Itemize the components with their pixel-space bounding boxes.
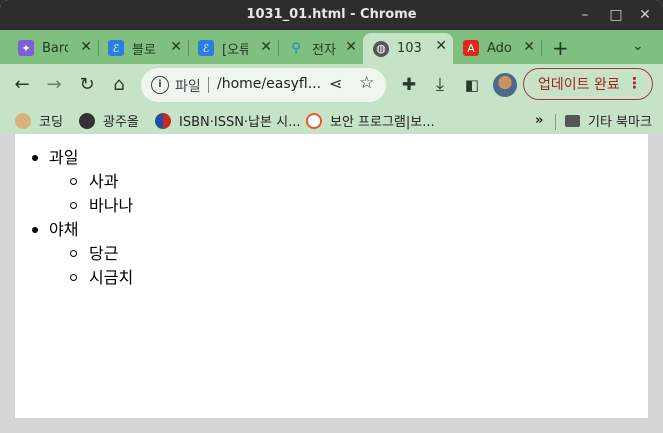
korea-emblem-icon	[155, 112, 171, 129]
list-item: 당근	[15, 242, 133, 266]
blog-icon: ℰ	[198, 40, 214, 56]
url-text[interactable]: /home/easyfl...	[217, 76, 321, 92]
globe-icon: ◍	[373, 40, 389, 57]
folder-icon	[565, 114, 580, 127]
update-button[interactable]: 업데이트 완료 ⋮	[523, 68, 653, 100]
bookmark-label: ISBN·ISSN·납본 시...	[179, 115, 301, 130]
reload-button[interactable]: ↻	[75, 73, 99, 97]
address-bar[interactable]: i 파일 /home/easyfl... ⋖ ☆	[141, 68, 386, 102]
bookmark-security[interactable]: 보안 프로그램|보...	[306, 111, 435, 130]
title-bar: 1031_01.html - Chrome – □ ✕	[0, 0, 663, 30]
list-item: 바나나	[15, 194, 133, 218]
more-menu-icon[interactable]: ⋮	[627, 74, 642, 92]
update-label: 업데이트 완료	[538, 77, 620, 93]
tab-search-chevron-down-icon[interactable]: ⌄	[632, 38, 644, 54]
close-tab-icon[interactable]: ✕	[523, 39, 535, 55]
list-item: 사과	[15, 170, 133, 194]
bard-icon: ✦	[18, 40, 34, 56]
tab-adobe[interactable]: A Adob ✕	[453, 34, 542, 62]
page-content: 과일 사과 바나나 야채 당근 시금치	[15, 134, 648, 418]
close-tab-icon[interactable]: ✕	[80, 39, 92, 55]
back-button[interactable]: ←	[10, 73, 34, 97]
tab-bard[interactable]: ✦ Bard ✕	[8, 34, 99, 62]
extensions-puzzle-icon[interactable]: ✚	[397, 73, 421, 97]
forward-button[interactable]: →	[42, 73, 66, 97]
maximize-button[interactable]: □	[604, 4, 628, 26]
close-tab-icon[interactable]: ✕	[435, 38, 447, 54]
bookmarks-divider	[555, 114, 556, 130]
browser-window: 1031_01.html - Chrome – □ ✕ ✦ Bard ✕ ℰ 블…	[0, 0, 663, 433]
list-item: 시금치	[15, 266, 133, 290]
tab-divider	[541, 40, 542, 56]
new-tab-button[interactable]: +	[552, 36, 569, 60]
bookmark-coding[interactable]: 코딩	[15, 111, 63, 130]
minimize-button[interactable]: –	[573, 4, 597, 26]
tab-label: Adob	[487, 40, 513, 56]
tab-label: 1031	[397, 41, 423, 56]
side-panel-icon[interactable]: ◧	[460, 73, 484, 97]
bookmark-star-icon[interactable]: ☆	[359, 73, 374, 93]
bookmark-label: 코딩	[39, 115, 63, 130]
bookmark-isbn[interactable]: ISBN·ISSN·납본 시...	[155, 111, 300, 130]
bookmark-other-folder[interactable]: 기타 북마크	[565, 111, 652, 130]
category-list: 과일 사과 바나나 야채 당근 시금치	[15, 146, 133, 290]
globe-icon	[79, 112, 95, 129]
close-tab-icon[interactable]: ✕	[345, 39, 357, 55]
close-tab-icon[interactable]: ✕	[260, 39, 272, 55]
share-icon[interactable]: ⋖	[329, 74, 342, 93]
toolbar: ← → ↻ ⌂ i 파일 /home/easyfl... ⋖ ☆ ✚ ⤓ ◧ 업…	[0, 64, 663, 106]
list-item-vegetable: 야채	[15, 218, 133, 242]
list-item-fruit: 과일	[15, 146, 133, 170]
home-button[interactable]: ⌂	[107, 73, 131, 97]
omnibox-divider	[208, 77, 209, 93]
tab-blog[interactable]: ℰ 블로 ✕	[98, 34, 189, 62]
bookmarks-overflow-button[interactable]: »	[535, 113, 543, 128]
site-info-icon[interactable]: i	[151, 76, 169, 94]
download-icon[interactable]: ⤓	[428, 73, 452, 97]
q-icon	[306, 112, 322, 129]
search-icon: ⚲	[291, 40, 301, 56]
window-title: 1031_01.html - Chrome	[246, 7, 417, 22]
tab-error-post[interactable]: ℰ [오류 ✕	[188, 34, 279, 62]
close-window-button[interactable]: ✕	[633, 4, 657, 26]
bookmark-label: 광주올	[103, 115, 139, 130]
close-tab-icon[interactable]: ✕	[170, 39, 182, 55]
tab-label: 전자	[312, 42, 336, 58]
blog-icon: ℰ	[108, 40, 124, 56]
profile-avatar[interactable]	[493, 73, 517, 97]
tab-active-1031[interactable]: ◍ 1031 ✕	[363, 33, 453, 64]
tab-search[interactable]: ⚲ 전자 ✕	[278, 34, 363, 62]
bookmark-label: 보안 프로그램|보...	[330, 115, 435, 130]
bookmark-label: 기타 북마크	[588, 115, 652, 130]
bookmarks-bar: 코딩 광주올 ISBN·ISSN·납본 시... 보안 프로그램|보... » …	[0, 106, 663, 134]
dog-icon	[15, 112, 31, 129]
tab-label: Bard	[42, 40, 68, 56]
tab-label: 블로	[132, 42, 156, 58]
bookmark-gwangju[interactable]: 광주올	[79, 111, 139, 130]
tab-label: [오류	[222, 42, 248, 58]
scheme-label: 파일	[175, 79, 201, 95]
adobe-icon: A	[463, 40, 479, 56]
